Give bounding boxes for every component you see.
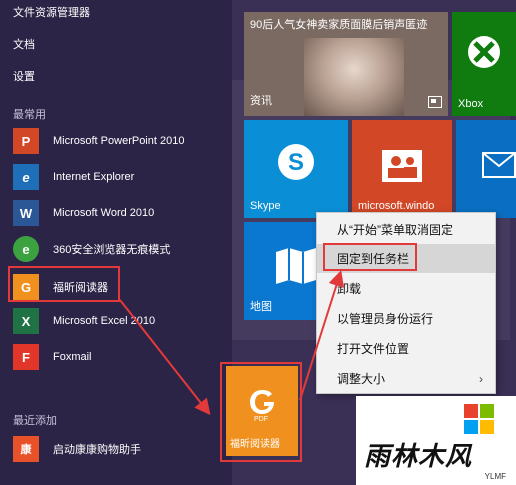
app-360-browser[interactable]: e 360安全浏览器无痕模式 xyxy=(13,234,223,264)
app-label: Microsoft Excel 2010 xyxy=(53,315,156,327)
annotation-box-pin-to-taskbar xyxy=(323,243,417,271)
menu-item-label: 调整大小 xyxy=(337,372,386,386)
app-label: Internet Explorer xyxy=(53,171,135,183)
group-frequent-heading: 最常用 xyxy=(13,109,46,121)
menu-item-label: 以管理员身份运行 xyxy=(337,312,434,326)
settings-link[interactable]: 设置 xyxy=(13,68,35,84)
documents-link[interactable]: 文档 xyxy=(13,36,35,52)
watermark-sub: YLMF xyxy=(484,472,506,481)
menu-item-label: 从“开始”菜单取消固定 xyxy=(337,223,453,237)
tile-maps-label: 地图 xyxy=(250,301,272,313)
app-label: 360安全浏览器无痕模式 xyxy=(53,244,171,256)
app-excel[interactable]: X Microsoft Excel 2010 xyxy=(13,306,223,336)
tile-office-label: microsoft.windo xyxy=(358,200,435,212)
file-explorer-link[interactable]: 文件资源管理器 xyxy=(13,4,90,20)
menu-resize[interactable]: 调整大小 › xyxy=(317,364,495,393)
tile-xbox[interactable]: Xbox xyxy=(452,12,516,116)
internet-explorer-icon: e xyxy=(13,164,39,190)
annotation-box-foxit-tile xyxy=(220,362,302,462)
windows-logo-icon xyxy=(464,404,494,434)
tile-news[interactable]: 90后人气女神卖家质面膜后销声匿迹 资讯 xyxy=(244,12,448,116)
word-icon: W xyxy=(13,200,39,226)
svg-text:S: S xyxy=(288,149,304,176)
watermark-brand: 雨林木风 xyxy=(364,441,473,471)
shopping-assistant-icon: 康 xyxy=(13,436,39,462)
people-icon xyxy=(382,150,422,182)
news-headline: 90后人气女神卖家质面膜后销声匿迹 xyxy=(250,19,428,31)
annotation-box-foxit-app xyxy=(8,266,120,302)
menu-item-label: 打开文件位置 xyxy=(337,342,410,356)
menu-unpin-from-start[interactable]: 从“开始”菜单取消固定 xyxy=(317,215,495,244)
menu-uninstall[interactable]: 卸载 xyxy=(317,274,495,303)
skype-icon: S xyxy=(278,144,314,180)
tile-xbox-label: Xbox xyxy=(458,98,484,110)
360-browser-icon: e xyxy=(13,236,39,262)
app-powerpoint[interactable]: P Microsoft PowerPoint 2010 xyxy=(13,126,223,156)
menu-run-as-admin[interactable]: 以管理员身份运行 xyxy=(317,304,495,333)
app-label: Microsoft PowerPoint 2010 xyxy=(53,135,185,147)
tile-skype-label: Skype xyxy=(250,200,281,212)
news-photo xyxy=(304,38,404,116)
news-tile-icon xyxy=(428,96,442,108)
tile-news-label: 资讯 xyxy=(250,95,272,107)
app-label: Foxmail xyxy=(53,351,92,363)
maps-icon xyxy=(276,248,316,284)
watermark-logo: 雨林木风 YLMF xyxy=(356,396,516,485)
menu-open-file-location[interactable]: 打开文件位置 xyxy=(317,334,495,363)
xbox-icon xyxy=(468,36,500,68)
context-menu: 从“开始”菜单取消固定 固定到任务栏 卸载 以管理员身份运行 打开文件位置 调整… xyxy=(316,212,496,394)
chevron-right-icon: › xyxy=(479,371,483,386)
app-foxmail[interactable]: F Foxmail xyxy=(13,342,223,372)
menu-item-label: 卸载 xyxy=(337,282,362,296)
tile-skype[interactable]: S Skype xyxy=(244,120,348,218)
tile-mail[interactable] xyxy=(456,120,516,218)
app-shopping-assistant[interactable]: 康 启动康康购物助手 xyxy=(13,434,223,464)
excel-icon: X xyxy=(13,308,39,334)
tile-office-people[interactable]: microsoft.windo xyxy=(352,120,452,218)
start-menu-left-pane: 文件资源管理器 文档 设置 最常用 P Microsoft PowerPoint… xyxy=(0,0,232,485)
foxmail-icon: F xyxy=(13,344,39,370)
mail-icon xyxy=(482,152,516,178)
app-label: Microsoft Word 2010 xyxy=(53,207,155,219)
powerpoint-icon: P xyxy=(13,128,39,154)
app-internet-explorer[interactable]: e Internet Explorer xyxy=(13,162,223,192)
app-label: 启动康康购物助手 xyxy=(53,444,141,456)
group-recent-heading: 最近添加 xyxy=(13,415,57,427)
app-word[interactable]: W Microsoft Word 2010 xyxy=(13,198,223,228)
